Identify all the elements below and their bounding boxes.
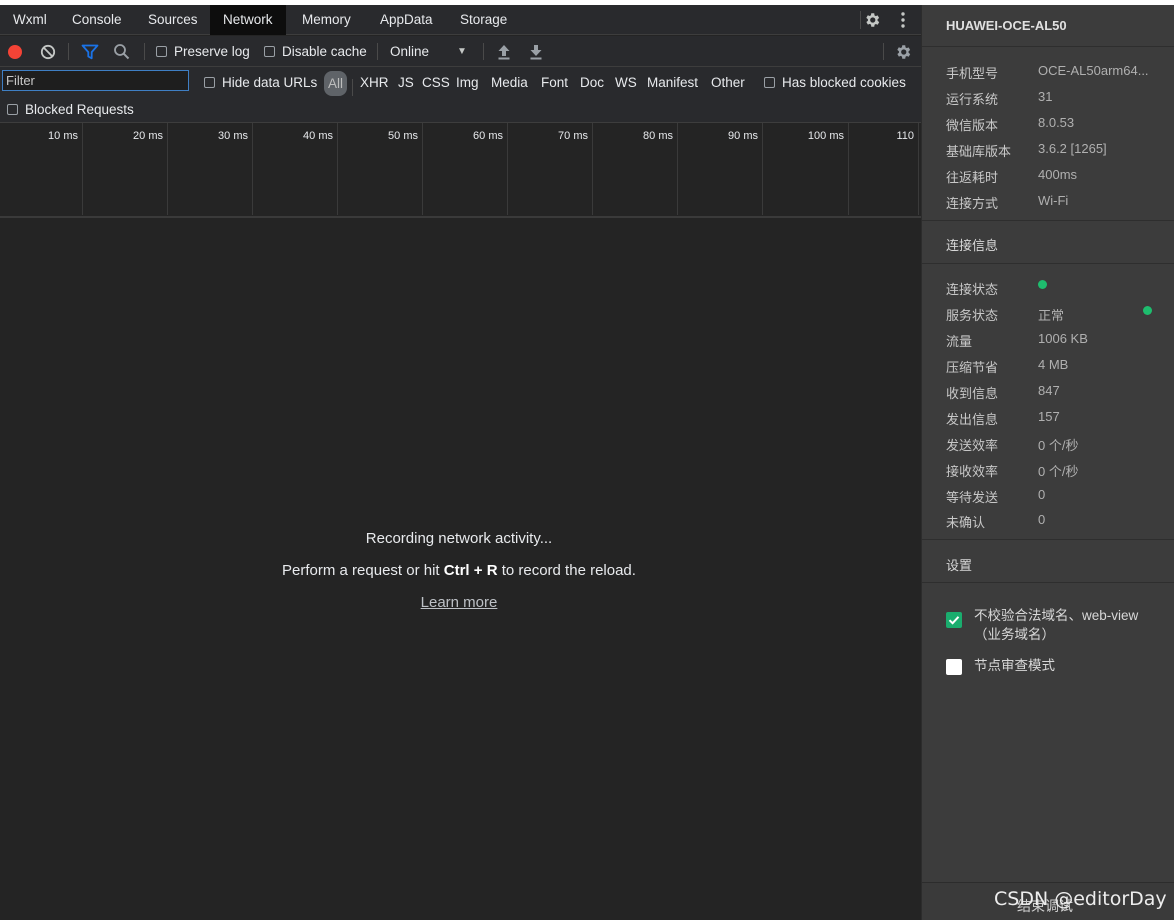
timeline-tick: 40 ms <box>253 123 338 215</box>
tab-network[interactable]: Network <box>210 5 286 35</box>
connection-status-dot-icon <box>1038 280 1047 289</box>
check-icon <box>946 612 962 628</box>
timeline-overview[interactable]: 10 ms 20 ms 30 ms 40 ms 50 ms 60 ms 70 m… <box>0 123 921 218</box>
unchecked-box-icon <box>946 659 962 675</box>
info-row: 发送效率 0 个/秒 <box>946 438 1079 453</box>
timeline-tick: 30 ms <box>168 123 253 215</box>
tab-memory[interactable]: Memory <box>289 5 364 35</box>
type-filter-css[interactable]: CSS <box>422 72 450 94</box>
filter-bar: Hide data URLs All XHR JS CSS Img Media … <box>0 67 921 123</box>
type-filter-media[interactable]: Media <box>491 72 528 94</box>
tab-wxml[interactable]: Wxml <box>0 5 60 35</box>
timeline-tick: 20 ms <box>83 123 168 215</box>
skip-domain-check-checkbox[interactable]: 不校验合法域名、web-view（业务域名） <box>946 606 1161 644</box>
type-filter-other[interactable]: Other <box>711 72 745 94</box>
info-row: 等待发送 0 <box>946 487 1046 505</box>
timeline-tick: 110 <box>849 123 919 215</box>
blocked-requests-checkbox[interactable]: Blocked Requests <box>7 98 134 120</box>
node-inspect-mode-label: 节点审查模式 <box>974 658 1055 673</box>
info-row: 收到信息 847 <box>946 383 1060 401</box>
devtools-tabbar: Wxml Console Sources Network Memory AppD… <box>0 5 921 35</box>
info-row: 基础库版本 3.6.2 [1265] <box>946 141 1107 159</box>
timeline-tick: 70 ms <box>508 123 593 215</box>
learn-more-link[interactable]: Learn more <box>0 594 918 611</box>
tab-console[interactable]: Console <box>59 5 135 35</box>
timeline-tick: 50 ms <box>338 123 423 215</box>
type-filter-ws[interactable]: WS <box>615 72 637 94</box>
clear-icon[interactable] <box>40 36 56 67</box>
type-filter-xhr[interactable]: XHR <box>360 72 389 94</box>
info-row: 连接状态 <box>946 282 999 297</box>
info-row: 运行系统 31 <box>946 89 1053 107</box>
timeline-tick: 10 ms <box>0 123 83 215</box>
info-row: 流量 1006 KB <box>946 331 1088 349</box>
info-row: 未确认 0 <box>946 512 1046 530</box>
info-row: 服务状态 正常 <box>946 308 1065 323</box>
node-inspect-mode-checkbox[interactable]: 节点审查模式 <box>946 656 1161 675</box>
timeline-tick: 80 ms <box>593 123 678 215</box>
settings-title: 设置 <box>946 558 973 573</box>
reload-shortcut: Ctrl + R <box>443 562 498 579</box>
has-blocked-cookies-label: Has blocked cookies <box>782 74 906 90</box>
timeline-tick: 100 ms <box>763 123 849 215</box>
disable-cache-label: Disable cache <box>282 44 367 59</box>
info-row: 压缩节省 4 MB <box>946 357 1069 375</box>
filter-icon[interactable] <box>81 36 99 67</box>
tab-storage[interactable]: Storage <box>447 5 520 35</box>
network-toolbar: Preserve log Disable cache Online ▼ <box>0 36 921 67</box>
info-row: 接收效率 0 个/秒 <box>946 464 1079 479</box>
disable-cache-checkbox[interactable]: Disable cache <box>264 36 367 67</box>
timeline-tick: 60 ms <box>423 123 508 215</box>
devtools-panel: Wxml Console Sources Network Memory AppD… <box>0 5 921 920</box>
timeline-tick: 90 ms <box>678 123 763 215</box>
type-filter-font[interactable]: Font <box>541 72 568 94</box>
settings-gear-icon[interactable] <box>860 11 880 29</box>
type-filter-img[interactable]: Img <box>456 72 479 94</box>
throttling-select[interactable]: Online ▼ <box>390 36 467 67</box>
recording-message: Recording network activity... <box>365 530 553 547</box>
requests-empty-state: Recording network activity... Perform a … <box>0 218 921 920</box>
preserve-log-checkbox[interactable]: Preserve log <box>156 36 250 67</box>
connection-info-title: 连接信息 <box>946 238 999 253</box>
type-filter-js[interactable]: JS <box>398 72 414 94</box>
device-info-panel: HUAWEI-OCE-AL50 手机型号 OCE-AL50arm64... 运行系… <box>921 5 1174 920</box>
tab-appdata[interactable]: AppData <box>367 5 446 35</box>
has-blocked-cookies-checkbox[interactable]: Has blocked cookies <box>764 71 906 93</box>
preserve-log-label: Preserve log <box>174 44 250 59</box>
info-row: 往返耗时 400ms <box>946 167 1078 185</box>
hide-data-urls-label: Hide data URLs <box>222 74 318 90</box>
search-icon[interactable] <box>113 36 130 67</box>
network-settings-gear-icon[interactable] <box>894 36 912 67</box>
watermark: CSDN @editorDay <box>994 888 1167 910</box>
record-button[interactable] <box>7 36 23 67</box>
chevron-down-icon: ▼ <box>457 46 467 57</box>
info-row: 手机型号 OCE-AL50arm64... <box>946 63 1149 81</box>
type-filter-manifest[interactable]: Manifest <box>647 72 698 94</box>
more-options-icon[interactable] <box>897 10 909 30</box>
export-har-icon[interactable] <box>529 36 543 67</box>
type-filter-doc[interactable]: Doc <box>580 72 604 94</box>
reload-hint: Perform a request or hit Ctrl + R to rec… <box>282 562 636 579</box>
blocked-requests-label: Blocked Requests <box>25 101 134 117</box>
throttling-value: Online <box>390 44 430 59</box>
filter-input[interactable] <box>2 70 189 91</box>
device-name: HUAWEI-OCE-AL50 <box>946 18 1067 33</box>
type-filter-all[interactable]: All <box>324 71 348 96</box>
info-row: 微信版本 8.0.53 <box>946 115 1075 133</box>
hide-data-urls-checkbox[interactable]: Hide data URLs <box>204 71 317 93</box>
info-row: 发出信息 157 <box>946 409 1060 427</box>
info-row: 连接方式 Wi-Fi <box>946 193 1069 211</box>
skip-domain-check-label: 不校验合法域名、web-view（业务域名） <box>974 608 1139 642</box>
tab-sources[interactable]: Sources <box>135 5 211 35</box>
service-status-dot-icon <box>1143 306 1152 315</box>
import-har-icon[interactable] <box>497 36 511 67</box>
